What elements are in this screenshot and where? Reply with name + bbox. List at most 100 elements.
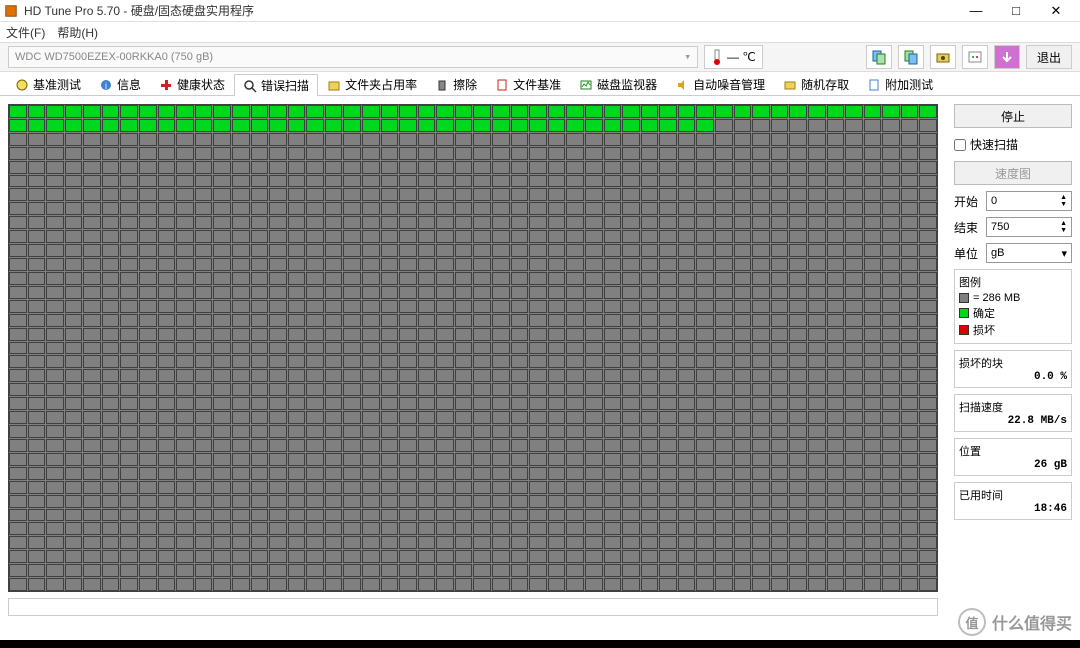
quick-scan-input[interactable] <box>954 139 966 151</box>
scan-cell <box>641 286 659 299</box>
tab-erase[interactable]: 擦除 <box>426 73 486 95</box>
scan-cell <box>46 300 64 313</box>
scan-cell <box>381 522 399 535</box>
menu-help[interactable]: 帮助(H) <box>57 24 98 41</box>
scan-cell <box>9 230 27 243</box>
scan-cell <box>399 300 417 313</box>
scan-cell <box>715 481 733 494</box>
minimize-button[interactable]: — <box>956 0 996 22</box>
scan-cell <box>46 147 64 160</box>
scan-cell <box>585 439 603 452</box>
start-input[interactable]: 0 ▲▼ <box>986 191 1072 211</box>
spin-buttons[interactable]: ▲▼ <box>1060 220 1067 234</box>
drive-select[interactable]: WDC WD7500EZEX-00RKKA0 (750 gB) <box>8 46 698 68</box>
scan-cell <box>306 369 324 382</box>
tab-aam[interactable]: 自动噪音管理 <box>666 73 774 95</box>
scan-cell <box>734 105 752 118</box>
scan-cell <box>139 272 157 285</box>
scan-cell <box>9 522 27 535</box>
scan-cell <box>158 119 176 132</box>
scan-cell <box>83 119 101 132</box>
scan-cell <box>511 439 529 452</box>
scan-cell <box>473 550 491 563</box>
scan-cell <box>845 453 863 466</box>
scan-cell <box>529 216 547 229</box>
scan-cell <box>473 425 491 438</box>
scan-cell <box>789 522 807 535</box>
scan-cell <box>251 495 269 508</box>
tab-health[interactable]: 健康状态 <box>150 73 234 95</box>
scan-cell <box>195 536 213 549</box>
scan-cell <box>864 161 882 174</box>
scan-cell <box>399 411 417 424</box>
scan-cell <box>176 133 194 146</box>
maximize-button[interactable]: □ <box>996 0 1036 22</box>
scan-cell <box>9 578 27 591</box>
save-button[interactable] <box>930 45 956 69</box>
tab-folder-usage[interactable]: 文件夹占用率 <box>318 73 426 95</box>
scan-cell <box>492 105 510 118</box>
options-button[interactable] <box>962 45 988 69</box>
scan-cell <box>139 355 157 368</box>
scan-cell <box>46 578 64 591</box>
scan-cell <box>864 383 882 396</box>
scan-cell <box>734 119 752 132</box>
scan-cell <box>752 105 770 118</box>
scan-cell <box>381 230 399 243</box>
scan-cell <box>251 230 269 243</box>
quick-scan-checkbox[interactable]: 快速扫描 <box>954 134 1072 155</box>
scan-cell <box>28 342 46 355</box>
scan-cell <box>864 564 882 577</box>
tab-disk-monitor[interactable]: 磁盘监视器 <box>570 73 666 95</box>
scan-cell <box>65 439 83 452</box>
copy-button[interactable] <box>866 45 892 69</box>
unit-select[interactable]: gB ▾ <box>986 243 1072 263</box>
scan-cell <box>548 286 566 299</box>
scan-cell <box>399 564 417 577</box>
speed-map-button[interactable]: 速度图 <box>954 161 1072 185</box>
scan-cell <box>473 342 491 355</box>
exit-button[interactable]: 退出 <box>1026 45 1072 69</box>
scan-cell <box>808 355 826 368</box>
tab-benchmark[interactable]: 基准测试 <box>6 73 90 95</box>
scan-cell <box>288 481 306 494</box>
tab-extra-tests[interactable]: 附加测试 <box>858 73 942 95</box>
tab-error-scan[interactable]: 错误扫描 <box>234 74 318 96</box>
scan-cell <box>604 300 622 313</box>
scan-cell <box>734 397 752 410</box>
scan-cell <box>529 467 547 480</box>
scan-cell <box>864 286 882 299</box>
scan-cell <box>65 314 83 327</box>
scan-cell <box>529 314 547 327</box>
scan-cell <box>734 481 752 494</box>
spin-buttons[interactable]: ▲▼ <box>1060 194 1067 208</box>
scan-cell <box>566 509 584 522</box>
scan-cell <box>9 342 27 355</box>
scan-cell <box>845 188 863 201</box>
refresh-button[interactable] <box>994 45 1020 69</box>
scan-cell <box>306 230 324 243</box>
scan-cell <box>734 272 752 285</box>
stop-button[interactable]: 停止 <box>954 104 1072 128</box>
tab-info[interactable]: i信息 <box>90 73 150 95</box>
scan-cell <box>269 453 287 466</box>
tab-random-access[interactable]: 随机存取 <box>774 73 858 95</box>
close-button[interactable]: ✕ <box>1036 0 1076 22</box>
scan-cell <box>659 147 677 160</box>
scan-cell <box>120 481 138 494</box>
scan-cell <box>789 244 807 257</box>
scan-cell <box>232 147 250 160</box>
scan-cell <box>734 578 752 591</box>
scan-cell <box>473 509 491 522</box>
scan-cell <box>678 564 696 577</box>
scan-cell <box>882 258 900 271</box>
scan-cell <box>269 369 287 382</box>
menu-file[interactable]: 文件(F) <box>6 24 45 41</box>
tab-file-benchmark[interactable]: 文件基准 <box>486 73 570 95</box>
scan-cell <box>511 244 529 257</box>
scan-cell <box>9 481 27 494</box>
screenshot-button[interactable] <box>898 45 924 69</box>
scan-cell <box>622 286 640 299</box>
scan-cell <box>232 425 250 438</box>
end-input[interactable]: 750 ▲▼ <box>986 217 1072 237</box>
